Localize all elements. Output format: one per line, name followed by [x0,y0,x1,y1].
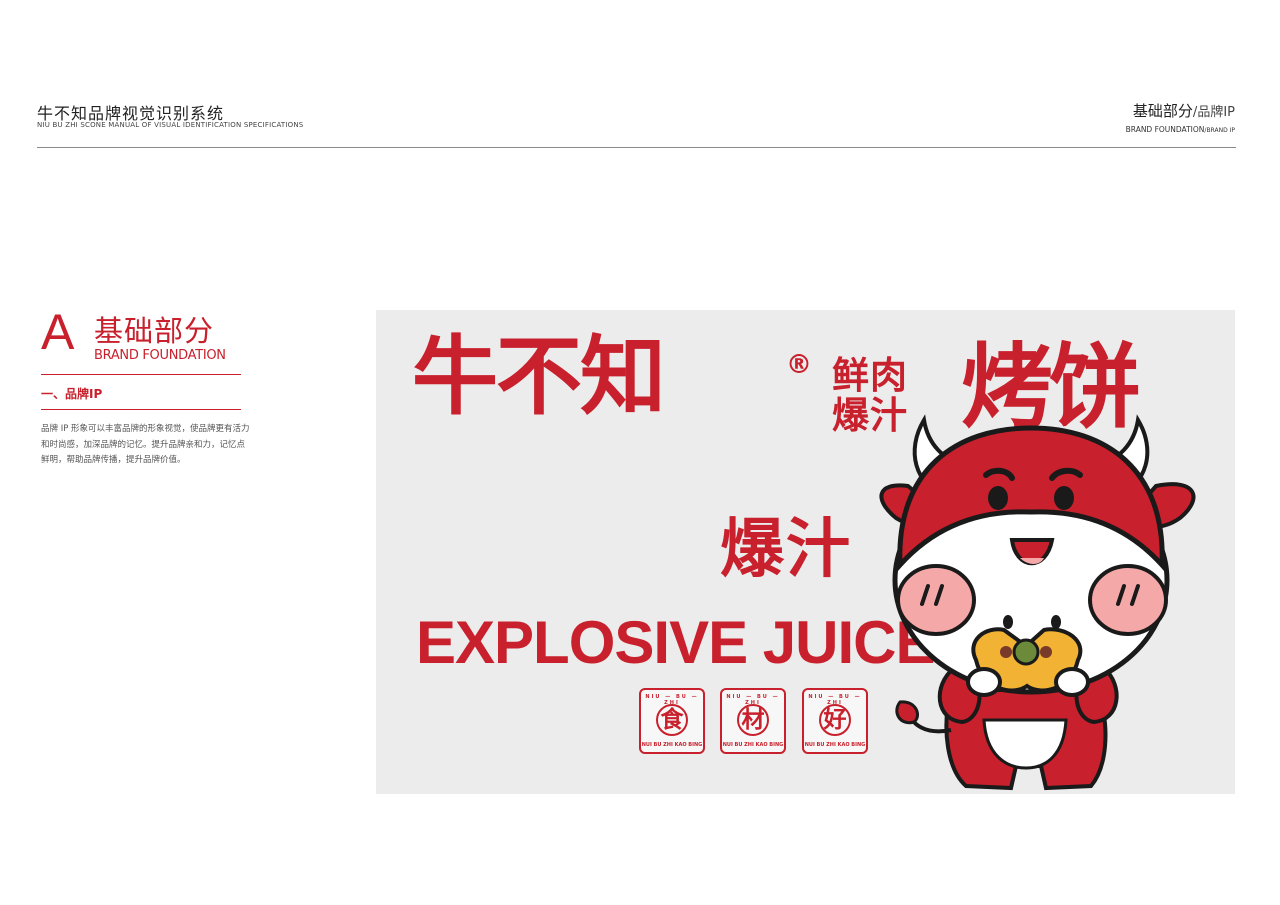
section-sub-name-en: /BRAND IP [1204,127,1235,134]
heading-divider [41,374,241,375]
brand-ip-showcase: 牛不知 ® 鲜肉 爆汁 烤饼 爆汁 EXPLOSIVE JUICE NIU — … [376,310,1235,794]
stamp-bottom-text: NUI BU ZHI KAO BING [641,742,703,748]
stamp-character: 食 [660,707,684,733]
section-name: 基础部分 [1132,102,1193,120]
section-heading: 基础部分 [94,314,215,348]
section-sub-name: 品牌IP [1197,105,1235,120]
cow-mascot-illustration [879,414,1196,791]
stamp-badge-ingredient: NIU — BU — ZHI 材 NUI BU ZHI KAO BING [720,688,786,754]
burst-title-en: EXPLOSIVE JUICE [416,609,935,676]
section-indicator: 基础部分/品牌IP BRAND FOUNDATION/BRAND IP [1126,100,1235,134]
description-text: 品牌 IP 形象可以丰富品牌的形象视觉，使品牌更有活力和时尚感，加深品牌的记忆。… [41,424,250,465]
stamp-bottom-text: NUI BU ZHI KAO BING [722,742,784,748]
header-divider [37,147,1236,148]
brand-logotype: 牛不知 [412,327,666,427]
stamp-badge-food: NIU — BU — ZHI 食 NUI BU ZHI KAO BING [639,688,705,754]
section-letter: A [41,304,75,360]
stamp-character: 材 [741,707,765,733]
registered-mark: ® [786,350,812,380]
burst-title-cn: 爆汁 [720,513,852,587]
stamp-character: 好 [823,707,847,733]
subheading-divider [41,409,241,410]
manual-subtitle: NIU BU ZHI SCONE MANUAL OF VISUAL IDENTI… [37,121,304,129]
stamp-bottom-text: NUI BU ZHI KAO BING [804,742,866,748]
section-heading-en: BRAND FOUNDATION [94,348,226,363]
stamp-badge-good: NIU — BU — ZHI 好 NUI BU ZHI KAO BING [802,688,868,754]
subsection-heading: 一、品牌IP [41,387,103,401]
section-name-en: BRAND FOUNDATION [1125,125,1205,134]
